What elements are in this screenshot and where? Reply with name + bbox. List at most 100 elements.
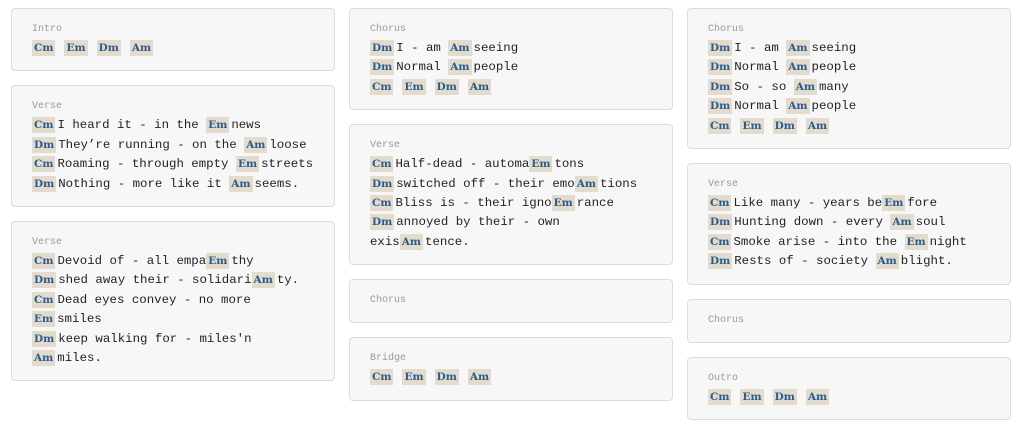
chord-chip[interactable]: Dm — [370, 59, 395, 76]
chord-chip[interactable]: Am — [32, 350, 56, 367]
chord-chip[interactable]: Cm — [32, 40, 56, 56]
chord-chip[interactable]: Am — [251, 272, 275, 289]
chord-chip[interactable]: Em — [402, 78, 426, 95]
chord-chip[interactable]: Em — [206, 253, 230, 270]
section-label: Intro — [32, 24, 63, 35]
chord-chip[interactable]: Am — [467, 369, 492, 386]
lyric-text: Half-dead - automa — [395, 157, 530, 172]
section-label: Chorus — [708, 24, 745, 35]
chord-chip[interactable]: Dm — [434, 78, 459, 95]
chord-chip[interactable]: Dm — [32, 272, 57, 289]
chord-chip[interactable]: Am — [467, 78, 492, 95]
chord-chip[interactable]: Am — [786, 40, 810, 56]
section-chorus: Chorus — [349, 279, 673, 324]
chord-chip[interactable]: Dm — [708, 40, 733, 56]
lyric-text: thy — [231, 254, 254, 269]
lyric-text: tence. — [425, 234, 470, 249]
chord-chip[interactable]: Dm — [708, 59, 733, 76]
chord-chip[interactable]: Cm — [708, 117, 732, 134]
lyric-text: news — [231, 118, 262, 133]
section-label: Chorus — [708, 314, 745, 326]
lyric-text: people — [811, 60, 857, 75]
chord-chip[interactable]: Em — [206, 117, 230, 134]
chord-progression: Cm Em Dm Am — [32, 39, 316, 58]
lyric-text: Nothing - more like it — [58, 176, 230, 191]
chord-chip[interactable]: Cm — [32, 156, 56, 173]
chord-chip[interactable]: Cm — [370, 195, 394, 212]
chord-chip[interactable]: Am — [805, 117, 830, 134]
chord-chip[interactable]: Am — [805, 388, 830, 405]
lyric-text: Roaming - through empty — [57, 157, 236, 172]
chord-chip[interactable]: Am — [875, 253, 899, 270]
chord-chip[interactable]: Dm — [32, 330, 57, 347]
chord-chip[interactable]: Em — [32, 311, 56, 328]
chord-chip[interactable]: Em — [740, 117, 764, 134]
lyric-line: Dm Normal Am people — [370, 58, 654, 77]
lyric-text: seems. — [254, 176, 300, 191]
chord-chip[interactable]: Am — [890, 214, 914, 231]
chord-chip[interactable]: Dm — [370, 175, 395, 192]
lyric-text: many — [818, 79, 849, 94]
lyric-line: Am miles. — [32, 349, 316, 368]
section-label: Verse — [32, 101, 63, 113]
lyric-text: soul — [915, 215, 946, 230]
section-verse: Verse Cm I heard it - in the Em news Dm They’… — [11, 85, 335, 208]
chord-progression: Cm Em Dm Am — [708, 388, 992, 407]
chord-chip[interactable]: Dm — [434, 369, 459, 386]
chord-chip[interactable]: Cm — [708, 195, 732, 212]
chord-chip[interactable]: Am — [399, 233, 424, 250]
chord-chip[interactable]: Dm — [370, 40, 395, 56]
chord-chip[interactable]: Em — [64, 40, 88, 56]
chord-chip[interactable]: Dm — [772, 117, 797, 134]
lyric-text: fore — [907, 196, 938, 211]
lyric-text: people — [473, 60, 519, 75]
lyric-text: They’re running - on the — [58, 137, 245, 152]
section-verse: Verse Cm Devoid of - all empa Em thy Dm shed a… — [11, 221, 335, 382]
chord-chip[interactable]: Dm — [708, 253, 733, 270]
chord-chip[interactable]: Cm — [32, 253, 56, 270]
lyric-line: Dm Normal Am people — [708, 58, 992, 77]
chord-chip[interactable]: Dm — [32, 136, 57, 153]
chord-chip[interactable]: Em — [740, 388, 764, 405]
chord-chip[interactable]: Cm — [32, 291, 56, 308]
chord-chip[interactable]: Dm — [708, 98, 733, 115]
chord-chip[interactable]: Dm — [708, 78, 733, 95]
chord-chip[interactable]: Dm — [772, 388, 797, 405]
chord-chip[interactable]: Dm — [96, 40, 121, 56]
chord-chip[interactable]: Am — [786, 98, 810, 115]
chord-chip[interactable]: Am — [448, 59, 472, 76]
lyric-text: rance — [576, 196, 614, 211]
section-verse: Verse Cm Half-dead - automa Em tons Dm switche… — [349, 124, 673, 266]
chord-chip[interactable]: Cm — [370, 369, 394, 386]
lyric-text: I - am — [396, 41, 449, 55]
chord-chip[interactable]: Am — [786, 59, 810, 76]
chord-chip[interactable]: Em — [235, 156, 260, 173]
lyric-line: Dm Normal Am people — [708, 97, 992, 116]
lyric-text: exis — [370, 234, 400, 249]
chord-chip[interactable]: Am — [448, 40, 472, 56]
lyric-line: Cm Bliss is - their igno Em rance — [370, 194, 654, 213]
chord-chip[interactable]: Cm — [708, 388, 732, 405]
chord-chip[interactable]: Am — [129, 40, 154, 56]
chord-chip[interactable]: Em — [904, 233, 928, 250]
chord-chip[interactable]: Em — [529, 156, 553, 173]
chord-chip[interactable]: Em — [882, 195, 906, 212]
chord-chip[interactable]: Cm — [708, 233, 732, 250]
chord-chip[interactable]: Am — [229, 175, 253, 192]
chord-chip[interactable]: Cm — [370, 78, 394, 95]
chord-chip[interactable]: Cm — [32, 117, 56, 134]
chord-chip[interactable]: Am — [574, 175, 598, 192]
column-1: Intro Cm Em Dm Am Verse Cm I heard it - in the … — [11, 8, 335, 395]
chord-chip[interactable]: Am — [244, 136, 268, 153]
chord-chip[interactable]: Cm — [370, 156, 394, 173]
chord-chip[interactable]: Dm — [32, 175, 57, 192]
lyric-text: smiles — [57, 312, 102, 327]
chord-chip[interactable]: Em — [402, 369, 426, 386]
lyric-line: Dm I - am Am seeing — [370, 39, 654, 58]
lyric-text: Normal — [396, 60, 449, 75]
lyric-text: loose — [269, 137, 307, 152]
chord-chip[interactable]: Dm — [708, 214, 733, 231]
chord-chip[interactable]: Em — [551, 195, 575, 212]
chord-chip[interactable]: Dm — [370, 214, 395, 231]
chord-chip[interactable]: Am — [793, 78, 817, 95]
